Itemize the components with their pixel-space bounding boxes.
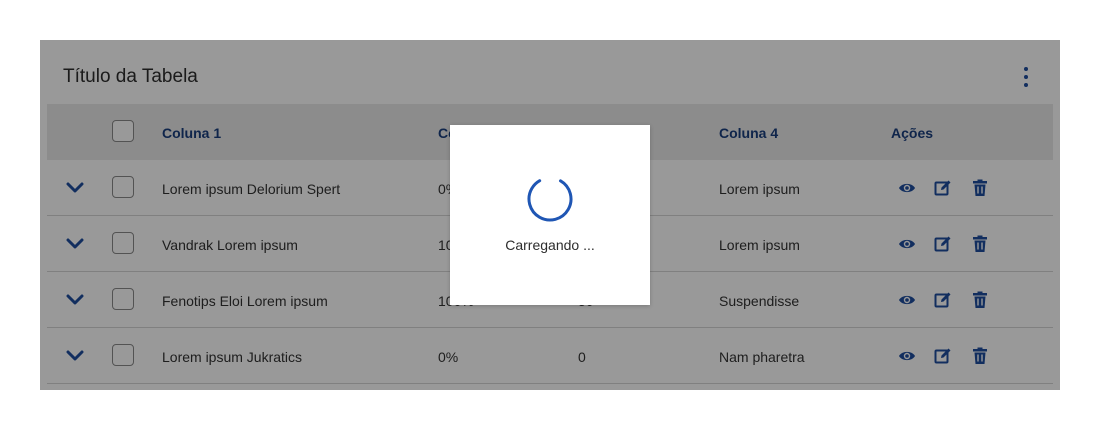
loading-text: Carregando ... [505, 237, 595, 253]
loading-dialog: Carregando ... [450, 125, 650, 305]
spinner-icon [527, 176, 573, 222]
